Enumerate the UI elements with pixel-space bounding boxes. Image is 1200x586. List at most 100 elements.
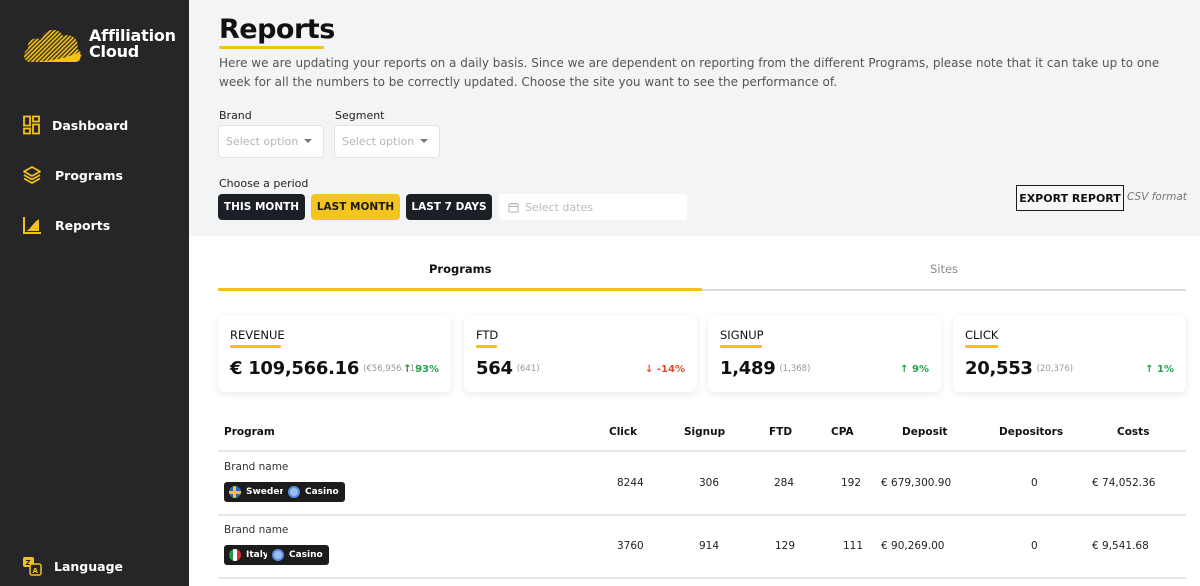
card-value: € 109,566.16 (€56,956.71) [230,358,419,379]
card-label-underline [230,345,281,348]
column-header-program[interactable]: Program [224,426,275,438]
card-label-underline [476,345,497,348]
app-name: Affiliation Cloud [89,26,176,61]
row-divider [218,514,1186,516]
column-header-click[interactable]: Click [609,426,637,438]
sidebar-item-label: Programs [55,167,123,183]
segment-tag: Casino [283,482,345,502]
column-header-signup[interactable]: Signup [684,426,725,438]
casino-chip-icon [272,549,284,561]
segment-label: Segment [335,109,385,122]
card-label: SIGNUP [720,328,764,342]
card-change: ↑ 93% [403,364,439,375]
cell-ftd: 284 [774,477,795,489]
date-range-placeholder: Select dates [525,200,593,214]
program-name: Brand name [224,461,289,473]
chevron-down-icon [304,139,312,143]
casino-chip-icon [288,486,300,498]
cell-click: 3760 [617,540,644,552]
card-label: CLICK [965,328,999,342]
sidebar: Affiliation Cloud Dashboard Programs Rep… [0,0,189,586]
page-title: Reports [219,14,335,45]
period-label: Choose a period [219,177,309,190]
sidebar-item-label: Dashboard [52,117,129,133]
card-previous-value: (20,376) [1036,364,1074,374]
chevron-down-icon [420,139,428,143]
cell-deposit: € 90,269.00 [881,540,945,552]
last-month-button[interactable]: LAST MONTH [311,194,400,220]
signup-card: SIGNUP 1,489 (1,368) ↑ 9% [708,316,941,392]
tab-programs[interactable]: Programs [429,262,492,276]
arrow-down-icon: ↓ [645,364,654,375]
card-previous-value: (641) [516,364,540,374]
cell-ftd: 129 [775,540,796,552]
card-label-underline [720,345,762,348]
sweden-flag-icon [229,486,241,498]
arrow-up-icon: ↑ [900,364,909,375]
revenue-card: REVENUE € 109,566.16 (€56,956.71) ↑ 93% [218,316,451,392]
sidebar-item-programs[interactable]: Programs [22,165,123,185]
ftd-card: FTD 564 (641) ↓ -14% [464,316,697,392]
cell-costs: € 9,541.68 [1092,540,1149,552]
cloud-logo-icon [24,29,82,62]
column-header-cpa[interactable]: CPA [831,426,854,438]
cell-depositors: 0 [1031,540,1038,552]
card-label: FTD [476,328,499,342]
cell-cpa: 111 [843,540,864,552]
row-divider [218,577,1186,579]
sidebar-item-label: Language [54,558,124,574]
tab-sites-indicator [702,289,1186,291]
segment-tag: Casino [267,545,329,565]
app-logo[interactable]: Affiliation Cloud [22,24,176,64]
card-value: 20,553 (20,376) [965,358,1074,379]
segment-select-placeholder: Select option [342,135,415,148]
layers-icon [23,166,41,184]
column-header-depositors[interactable]: Depositors [999,426,1063,438]
segment-select[interactable]: Select option [334,125,440,158]
chart-icon [23,217,41,234]
brand-label: Brand [219,109,252,122]
tab-sites[interactable]: Sites [930,262,958,276]
card-label-underline [965,345,998,348]
card-value: 564 (641) [476,358,540,379]
card-change: ↑ 9% [900,364,929,375]
arrow-up-icon: ↑ [1145,364,1154,375]
card-change: ↓ -14% [645,364,685,375]
tab-programs-indicator [218,288,702,291]
program-name: Brand name [224,524,289,536]
cell-signup: 914 [699,540,720,552]
cell-deposit: € 679,300.90 [881,477,952,489]
date-range-input[interactable]: Select dates [499,194,687,220]
cell-depositors: 0 [1031,477,1038,489]
cell-signup: 306 [699,477,720,489]
column-header-deposit[interactable]: Deposit [902,426,947,438]
brand-select-placeholder: Select option [226,135,299,148]
translate-icon: Z A [23,557,42,576]
column-header-ftd[interactable]: FTD [769,426,792,438]
sidebar-item-label: Reports [55,217,111,233]
card-value: 1,489 (1,368) [720,358,811,379]
sidebar-item-reports[interactable]: Reports [22,215,110,235]
sidebar-item-dashboard[interactable]: Dashboard [22,115,128,135]
this-month-button[interactable]: THIS MONTH [218,194,305,220]
export-report-button[interactable]: EXPORT REPORT [1016,185,1124,211]
table-header-divider [218,450,1186,452]
country-tag: Sweden [224,482,292,502]
csv-format-note: CSV format [1127,191,1187,203]
cell-costs: € 74,052.36 [1092,477,1156,489]
column-header-costs[interactable]: Costs [1117,426,1149,438]
card-label: REVENUE [230,328,285,342]
svg-text:A: A [33,567,39,575]
dashboard-icon [23,115,40,135]
card-previous-value: (1,368) [779,364,811,374]
brand-select[interactable]: Select option [218,125,324,158]
title-underline [219,46,324,49]
last-7-days-button[interactable]: LAST 7 DAYS [406,194,492,220]
calendar-icon [508,202,519,213]
page-intro: Here we are updating your reports on a d… [219,56,1160,89]
cell-click: 8244 [617,477,644,489]
arrow-up-icon: ↑ [403,364,412,375]
cell-cpa: 192 [841,477,862,489]
sidebar-item-language[interactable]: Z A Language [22,556,123,576]
main-content: Reports Here we are updating your report… [189,0,1200,586]
